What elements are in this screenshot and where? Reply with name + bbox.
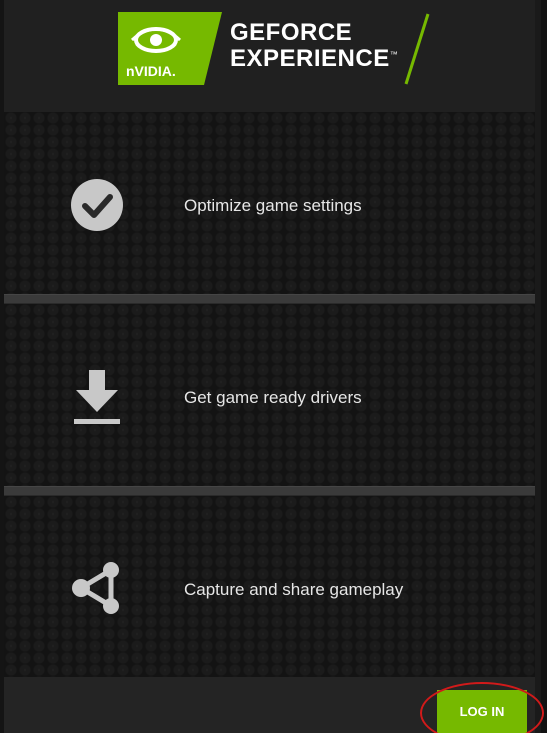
feature-optimize: Optimize game settings <box>4 112 535 296</box>
footer-bar: LOG IN <box>4 677 535 733</box>
section-divider <box>4 294 535 304</box>
feature-label-drivers: Get game ready drivers <box>184 388 362 407</box>
download-icon <box>66 366 128 428</box>
product-name-line2: EXPERIENCE™ <box>230 45 399 72</box>
green-slash-icon <box>404 13 430 85</box>
nvidia-logo: nVIDIA. <box>118 12 222 85</box>
trademark-symbol: ™ <box>389 50 399 59</box>
nvidia-badge-text: nVIDIA. <box>126 63 176 79</box>
product-name-line1: GEFORCE <box>230 19 353 46</box>
header: nVIDIA. GEFORCE EXPERIENCE™ <box>4 0 535 113</box>
features-panel: Optimize game settings Get game ready dr… <box>4 112 535 677</box>
nvidia-eye-logo-icon: nVIDIA. <box>118 12 222 85</box>
share-icon <box>66 558 128 620</box>
app-window: nVIDIA. GEFORCE EXPERIENCE™ Optimize gam… <box>0 0 547 733</box>
window-right-edge <box>541 0 547 733</box>
checkmark-circle-icon <box>66 174 128 236</box>
feature-share: Capture and share gameplay <box>4 496 535 680</box>
section-divider <box>4 486 535 496</box>
feature-label-share: Capture and share gameplay <box>184 580 404 599</box>
feature-label-optimize: Optimize game settings <box>184 196 362 215</box>
product-wordmark: GEFORCE EXPERIENCE™ <box>230 19 399 72</box>
feature-drivers: Get game ready drivers <box>4 304 535 488</box>
login-button[interactable]: LOG IN <box>437 690 527 733</box>
